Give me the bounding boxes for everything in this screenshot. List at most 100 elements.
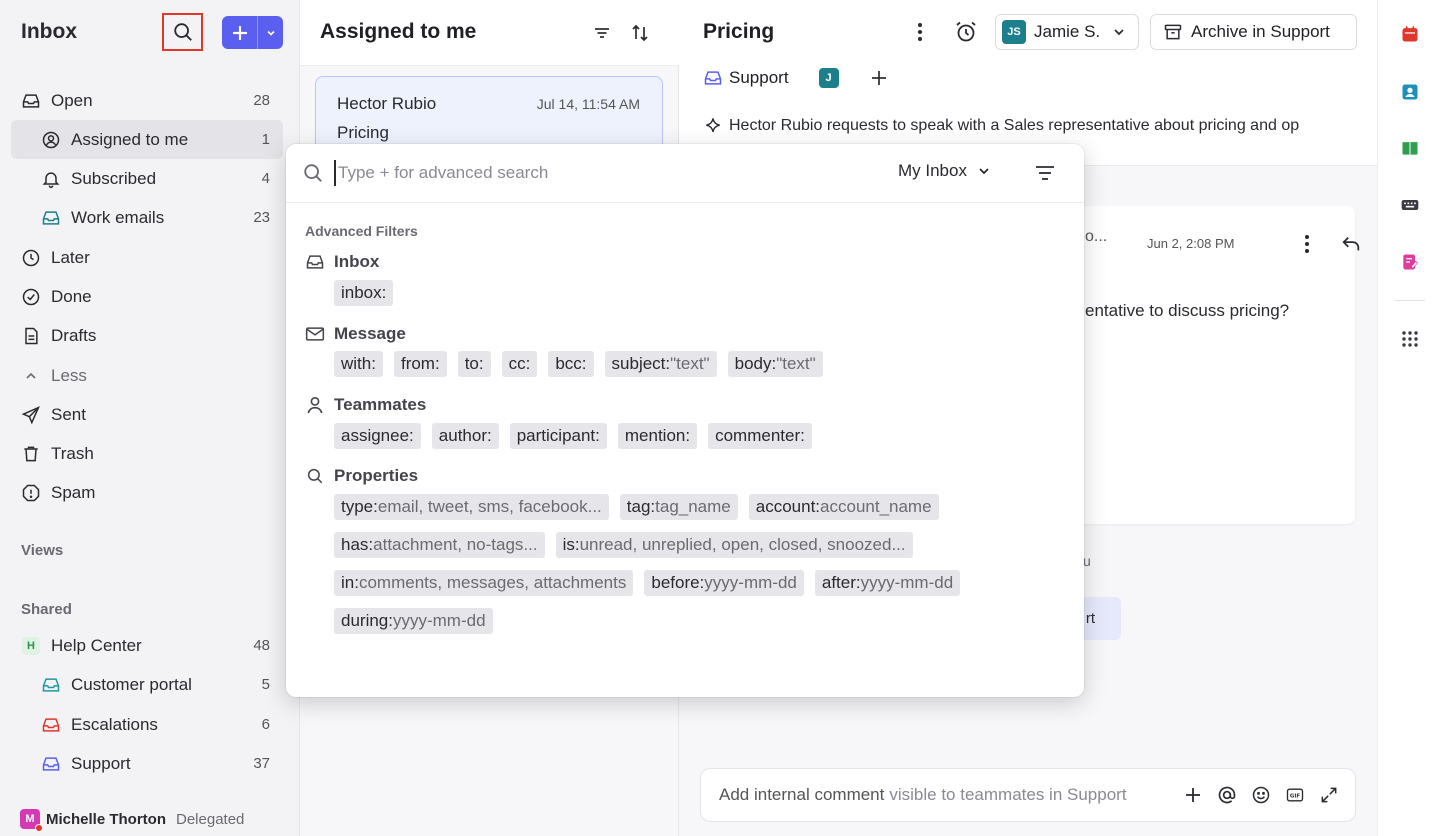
nav-count: 1 [261,131,270,148]
nav-label: Trash [51,443,94,463]
search-scope-label: My Inbox [898,161,967,180]
nav-count: 4 [261,170,270,187]
filter-chip[interactable]: mention: [617,423,698,449]
archive-button[interactable]: Archive in Support [1150,14,1357,50]
plus-icon[interactable] [1181,783,1205,807]
nav-label: Help Center [51,635,142,655]
mention-icon[interactable] [1215,783,1239,807]
calendar-icon[interactable] [1398,22,1422,46]
inbox-tag[interactable]: Support [703,68,789,88]
nav-open[interactable]: Open 28 [11,81,283,120]
nav-label: Spam [51,482,96,502]
search-button[interactable] [162,13,203,51]
search-scope-dropdown[interactable]: My Inbox [898,161,991,181]
views-label[interactable]: Views [21,542,63,559]
more-vertical-icon[interactable] [1295,232,1319,256]
contacts-icon[interactable] [1398,80,1422,104]
filter-chip[interactable]: with: [334,351,383,377]
nav-count: 37 [253,755,270,772]
sort-icon[interactable] [628,21,652,45]
nav-label: Escalations [71,714,158,734]
more-vertical-icon[interactable] [907,19,933,45]
nav-subscribed[interactable]: Subscribed 4 [11,159,283,198]
nav-later[interactable]: Later [11,238,283,277]
nav-label: Drafts [51,325,97,345]
book-icon[interactable] [1398,136,1422,160]
nav-label: Support [71,753,131,773]
filter-group-message: Message [305,324,406,344]
filter-chip[interactable]: in: comments, messages, attachments [334,570,634,596]
chevron-down-icon[interactable] [258,28,283,38]
conversation-tags: Support J [703,68,887,88]
nav-less[interactable]: Less [11,356,283,395]
chip-row: inbox: [334,280,394,306]
apps-grid-icon[interactable] [1398,327,1422,351]
filter-chip[interactable]: to: [457,351,491,377]
keyboard-icon[interactable] [1398,193,1422,217]
current-user[interactable]: M Michelle Thorton Delegated [20,809,244,832]
filter-chip[interactable]: type: email, tweet, sms, facebook... [334,494,609,520]
nav-spam[interactable]: Spam [11,473,283,512]
plus-icon[interactable] [871,70,887,86]
nav-customer-portal[interactable]: Customer portal 5 [11,665,283,704]
document-icon [20,325,42,347]
plus-icon[interactable] [222,16,258,49]
nav-help-center[interactable]: H Help Center 48 [11,626,283,665]
shared-label[interactable]: Shared [21,601,72,618]
filter-chip[interactable]: participant: [509,423,607,449]
user-name: Michelle Thorton [46,810,166,828]
filter-chip[interactable]: after: yyyy-mm-dd [814,570,961,596]
list-title: Assigned to me [320,20,477,43]
filter-icon[interactable] [590,21,614,45]
filter-chip[interactable]: is: unread, unreplied, open, closed, snoo… [555,532,913,558]
compose-button[interactable] [222,16,283,49]
conversation-sender: Hector Rubio [337,94,437,113]
filter-chip[interactable]: commenter: [708,423,812,449]
nav-work-emails[interactable]: Work emails 23 [11,198,283,237]
assignee-dropdown[interactable]: JS Jamie S. [995,14,1139,50]
inbox-icon [40,207,62,229]
filter-chip[interactable]: body: "text" [727,351,823,377]
nav-assigned-to-me[interactable]: Assigned to me 1 [11,120,283,159]
nav-done[interactable]: Done [11,277,283,316]
filter-chip[interactable]: inbox: [334,280,394,306]
teammate-avatar[interactable]: J [818,68,839,88]
notes-icon[interactable] [1398,250,1422,274]
rail-divider [1395,300,1425,301]
nav-label: Open [51,90,93,110]
nav-trash[interactable]: Trash [11,434,283,473]
list-header: Assigned to me [300,0,679,66]
nav-label: Customer portal [71,674,192,694]
nav-support[interactable]: Support 37 [11,744,283,783]
reply-icon[interactable] [1339,232,1363,256]
search-input[interactable] [334,160,854,186]
comment-composer[interactable]: Add internal comment visible to teammate… [700,768,1356,822]
filter-chip[interactable]: tag: tag_name [619,494,738,520]
filter-chip[interactable]: assignee: [334,423,421,449]
nav-count: 6 [261,716,270,733]
filter-chip[interactable]: from: [393,351,447,377]
filter-chip[interactable]: has: attachment, no-tags... [334,532,545,558]
check-circle-icon [20,286,42,308]
expand-icon[interactable] [1317,783,1341,807]
filter-chip[interactable]: bcc: [548,351,594,377]
nav-count: 23 [253,209,270,226]
filter-chip[interactable]: during: yyyy-mm-dd [334,608,493,634]
filter-chip[interactable]: account: account_name [748,494,939,520]
gif-icon[interactable]: GIF [1283,783,1307,807]
filter-chip[interactable]: author: [431,423,499,449]
filter-chip[interactable]: subject: "text" [604,351,717,377]
filter-chip[interactable]: cc: [501,351,538,377]
filter-chip[interactable]: before: yyyy-mm-dd [644,570,804,596]
nav-drafts[interactable]: Drafts [11,316,283,355]
nav-sent[interactable]: Sent [11,395,283,434]
search-icon [305,466,325,486]
search-icon [302,162,324,184]
emoji-icon[interactable] [1249,783,1273,807]
message-sender: o... [1085,228,1108,245]
nav-escalations[interactable]: Escalations 6 [11,705,283,744]
filter-icon[interactable] [1033,161,1057,185]
message-time: Jun 2, 2:08 PM [1147,236,1235,251]
avatar: M [20,809,43,832]
alarm-clock-icon[interactable] [953,19,979,45]
